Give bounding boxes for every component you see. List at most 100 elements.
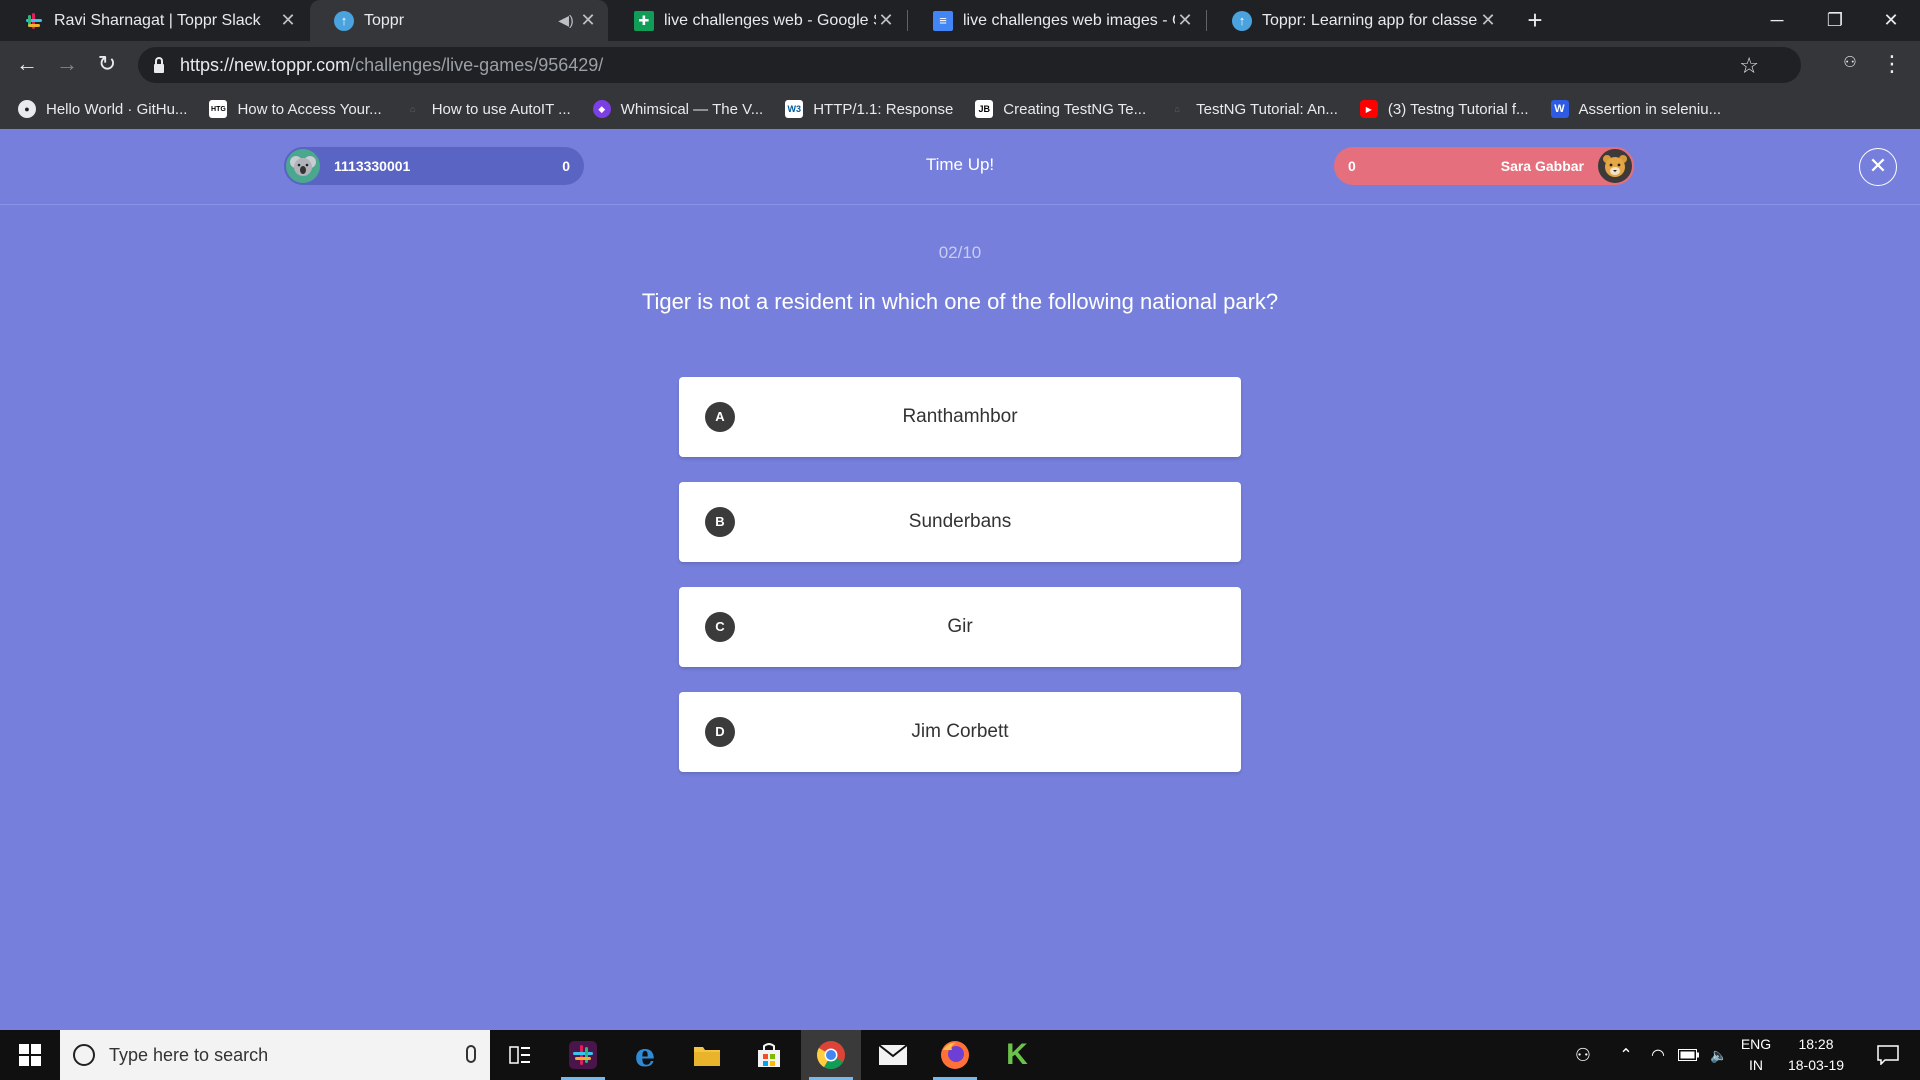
reload-button[interactable]: ↻ <box>92 51 122 79</box>
region-code: IN <box>1749 1057 1763 1073</box>
toppr-icon: ↑ <box>1232 10 1252 31</box>
microphone-icon[interactable] <box>466 1045 476 1063</box>
option-a[interactable]: A Ranthamhbor <box>679 377 1241 457</box>
option-c[interactable]: C Gir <box>679 587 1241 667</box>
close-icon[interactable]: ✕ <box>1175 10 1195 31</box>
url-path: /challenges/live-games/956429/ <box>350 54 604 75</box>
speaker-icon[interactable]: ◀) <box>554 12 578 29</box>
chrome-menu-icon[interactable]: ⋮ <box>1880 49 1904 79</box>
option-b[interactable]: B Sunderbans <box>679 482 1241 562</box>
taskbar-store[interactable] <box>739 1030 799 1080</box>
tab-toppr[interactable]: ↑ Toppr ◀) ✕ <box>310 0 608 41</box>
start-button[interactable] <box>0 1030 60 1080</box>
katalon-icon: K <box>1006 1038 1028 1071</box>
volume-icon[interactable]: 🔈 <box>1704 1030 1734 1080</box>
wordpress-icon: W <box>1550 100 1569 118</box>
extension-icon[interactable]: ⚇ <box>1838 53 1862 77</box>
bookmark-item[interactable]: ▶ (3) Testng Tutorial f... <box>1359 100 1529 118</box>
opponent-name: Sara Gabbar <box>1500 158 1584 174</box>
bookmarks-bar: ● Hello World · GitHu... HTG How to Acce… <box>0 89 1920 129</box>
option-text: Gir <box>947 616 973 637</box>
task-view-button[interactable] <box>490 1030 550 1080</box>
taskbar-chrome[interactable] <box>801 1030 861 1080</box>
bookmark-item[interactable]: ⌂ TestNG Tutorial: An... <box>1168 100 1338 118</box>
bookmark-item[interactable]: HTG How to Access Your... <box>209 100 382 118</box>
clock[interactable]: 18:28 18-03-19 <box>1780 1030 1852 1080</box>
close-game-button[interactable]: ✕ <box>1859 148 1897 186</box>
cortana-icon <box>73 1044 95 1066</box>
tab-slack[interactable]: Ravi Sharnagat | Toppr Slack ✕ <box>0 0 308 41</box>
taskbar-edge[interactable]: e <box>615 1030 675 1080</box>
bookmark-label: Whimsical — The V... <box>620 100 764 118</box>
bookmark-label: Creating TestNG Te... <box>1003 100 1147 118</box>
tab-toppr-learning[interactable]: ↑ Toppr: Learning app for classes 5 ✕ <box>1208 0 1508 41</box>
close-icon[interactable]: ✕ <box>1478 10 1498 31</box>
new-tab-button[interactable]: + <box>1520 6 1550 36</box>
bookmark-star-icon[interactable]: ☆ <box>1739 53 1759 79</box>
notification-icon <box>1877 1045 1899 1065</box>
close-icon[interactable]: ✕ <box>278 10 298 31</box>
jetbrains-icon: JB <box>975 100 994 118</box>
chrome-icon <box>817 1041 845 1069</box>
browser-toolbar: ← → ↻ https://new.toppr.com/challenges/l… <box>0 41 1920 89</box>
bookmark-item[interactable]: ◆ Whimsical — The V... <box>592 100 764 118</box>
tab-title: Toppr: Learning app for classes 5 <box>1262 11 1478 29</box>
bookmark-item[interactable]: W Assertion in seleniu... <box>1550 100 1721 118</box>
close-icon[interactable]: ✕ <box>578 10 598 31</box>
question-text: Tiger is not a resident in which one of … <box>641 289 1279 314</box>
tiger-avatar-icon <box>1596 147 1634 185</box>
clock-time: 18:28 <box>1798 1036 1834 1052</box>
language-code: ENG <box>1740 1036 1772 1052</box>
opponent-score: 0 <box>1348 158 1356 174</box>
restore-button[interactable]: ❐ <box>1806 0 1864 41</box>
bookmark-item[interactable]: ⌂ How to use AutoIT ... <box>404 100 571 118</box>
windows-logo-icon <box>19 1044 41 1066</box>
battery-icon[interactable] <box>1674 1030 1704 1080</box>
window-close-button[interactable]: ✕ <box>1862 0 1920 41</box>
github-icon: ● <box>18 100 36 118</box>
option-d[interactable]: D Jim Corbett <box>679 692 1241 772</box>
taskbar-mail[interactable] <box>863 1030 923 1080</box>
input-language[interactable]: ENG IN <box>1736 1030 1776 1080</box>
address-bar[interactable]: https://new.toppr.com/challenges/live-ga… <box>138 47 1801 83</box>
wifi-icon[interactable]: ◠ <box>1644 1030 1672 1080</box>
slack-icon <box>24 11 44 31</box>
google-docs-icon: ≡ <box>933 10 953 31</box>
tab-google-sheets[interactable]: ✚ live challenges web - Google She ✕ <box>610 0 906 41</box>
bookmark-label: How to Access Your... <box>237 100 382 118</box>
game-page: 1113330001 0 Time Up! 0 Sara Gabbar ✕ 02… <box>0 129 1920 1030</box>
opponent-pill: 0 Sara Gabbar <box>1334 147 1634 185</box>
task-view-icon <box>509 1046 530 1064</box>
minimize-button[interactable]: ─ <box>1748 0 1806 41</box>
taskbar-slack[interactable] <box>553 1030 613 1080</box>
bookmark-label: How to use AutoIT ... <box>431 100 571 118</box>
taskbar-file-explorer[interactable] <box>677 1030 737 1080</box>
taskbar-search[interactable]: Type here to search <box>60 1030 490 1080</box>
bookmark-item[interactable]: JB Creating TestNG Te... <box>975 100 1146 118</box>
chevron-up-icon[interactable]: ⌃ <box>1612 1030 1640 1080</box>
lock-icon <box>154 56 164 73</box>
tab-title: live challenges web - Google She <box>664 11 876 29</box>
url-text[interactable]: https://new.toppr.com/challenges/live-ga… <box>180 55 603 76</box>
browser-tab-strip: Ravi Sharnagat | Toppr Slack ✕ ↑ Toppr ◀… <box>0 0 1920 41</box>
htg-icon: HTG <box>209 100 228 118</box>
action-center-button[interactable] <box>1862 1030 1914 1080</box>
windows-taskbar: Type here to search e K ⚇ ⌃ ◠ 🔈 ENG IN 1… <box>0 1030 1920 1080</box>
option-text: Jim Corbett <box>911 721 1009 742</box>
forward-button[interactable]: → <box>52 51 82 79</box>
game-header: 1113330001 0 Time Up! 0 Sara Gabbar ✕ <box>0 129 1920 205</box>
search-placeholder: Type here to search <box>109 1044 269 1065</box>
tab-divider <box>1206 10 1207 31</box>
tab-title: Ravi Sharnagat | Toppr Slack <box>54 11 261 29</box>
bookmark-item[interactable]: ● Hello World · GitHu... <box>18 100 187 118</box>
taskbar-firefox[interactable] <box>925 1030 985 1080</box>
w3c-icon: W3 <box>785 100 804 118</box>
close-icon[interactable]: ✕ <box>876 10 896 31</box>
back-button[interactable]: ← <box>12 51 42 79</box>
slack-icon <box>569 1041 597 1069</box>
taskbar-katalon[interactable]: K <box>987 1030 1047 1080</box>
people-icon[interactable]: ⚇ <box>1568 1030 1598 1080</box>
tab-google-docs[interactable]: ≡ live challenges web images - Goo ✕ <box>909 0 1205 41</box>
bookmark-label: TestNG Tutorial: An... <box>1196 100 1338 118</box>
bookmark-item[interactable]: W3 HTTP/1.1: Response <box>785 100 953 118</box>
